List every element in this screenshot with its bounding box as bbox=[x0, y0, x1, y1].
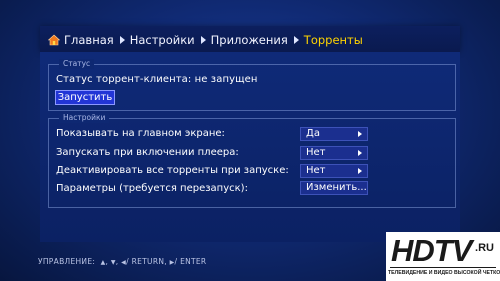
change-parameters-button[interactable]: Изменить... bbox=[300, 181, 368, 195]
breadcrumb-home[interactable]: Главная bbox=[64, 33, 114, 47]
home-icon[interactable] bbox=[47, 34, 61, 46]
control-hint: УПРАВЛЕНИЕ: ▲, ▼, ◀/ RETURN, ▶/ ENTER bbox=[38, 257, 207, 266]
setting-label-deactivate-torrents: Деактивировать все торренты при запуске: bbox=[56, 165, 289, 176]
arrow-right-icon bbox=[358, 168, 362, 174]
settings-group-title: Настройки bbox=[59, 113, 110, 123]
setting-label-autostart: Запускать при включении плеера: bbox=[56, 147, 239, 158]
logo-tagline: ТЕЛЕВИДЕНИЕ И ВИДЕО ВЫСОКОЙ ЧЕТКОСТИ bbox=[388, 270, 500, 276]
arrow-right-icon bbox=[358, 131, 362, 137]
arrow-left-icon: ◀ bbox=[121, 259, 127, 266]
hint-prefix: УПРАВЛЕНИЕ: bbox=[38, 257, 96, 266]
setting-label-parameters: Параметры (требуется перезапуск): bbox=[56, 183, 248, 194]
chevron-right-icon bbox=[200, 36, 206, 44]
start-button[interactable]: Запустить bbox=[55, 90, 115, 105]
setting-value-autostart[interactable]: Нет bbox=[300, 146, 368, 160]
setting-value-show-on-home[interactable]: Да bbox=[300, 127, 368, 141]
client-status-text: Статус торрент-клиента: не запущен bbox=[56, 74, 258, 85]
arrow-up-icon: ▲ bbox=[100, 259, 106, 266]
setting-value-text: Нет bbox=[306, 165, 326, 176]
breadcrumb-settings[interactable]: Настройки bbox=[130, 33, 195, 47]
breadcrumb-apps[interactable]: Приложения bbox=[211, 33, 288, 47]
arrow-right-icon: ▶ bbox=[169, 259, 175, 266]
setting-value-text: Изменить... bbox=[306, 182, 367, 193]
hdtv-logo: HDTV .RU ТЕЛЕВИДЕНИЕ И ВИДЕО ВЫСОКОЙ ЧЕТ… bbox=[386, 232, 500, 281]
setting-label-show-on-home: Показывать на главном экране: bbox=[56, 128, 225, 139]
arrow-right-icon bbox=[358, 150, 362, 156]
hint-return: RETURN, bbox=[131, 257, 167, 266]
status-group-title: Статус bbox=[59, 59, 95, 69]
setting-value-text: Да bbox=[306, 128, 320, 139]
breadcrumb: Главная Настройки Приложения Торренты bbox=[47, 33, 363, 47]
setting-value-text: Нет bbox=[306, 147, 326, 158]
setting-value-deactivate-torrents[interactable]: Нет bbox=[300, 164, 368, 178]
logo-suffix: .RU bbox=[475, 242, 494, 254]
arrow-down-icon: ▼ bbox=[110, 259, 116, 266]
chevron-right-icon bbox=[119, 36, 125, 44]
breadcrumb-torrents: Торренты bbox=[303, 33, 363, 47]
hint-enter: ENTER bbox=[180, 257, 207, 266]
chevron-right-icon bbox=[293, 36, 299, 44]
